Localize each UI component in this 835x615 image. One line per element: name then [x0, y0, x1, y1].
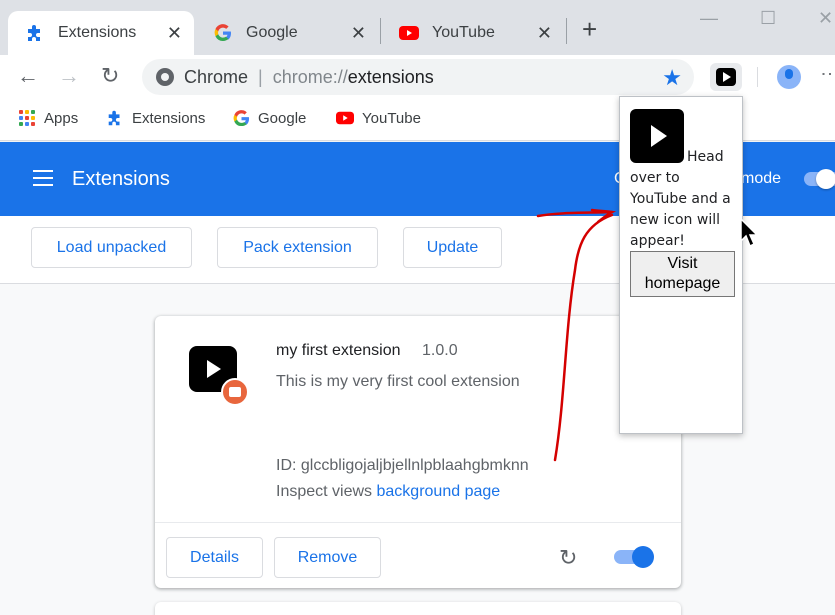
popup-message: Head over to YouTube and a new icon will…: [630, 149, 731, 249]
menu-icon[interactable]: ⋮: [820, 65, 835, 83]
bookmark-label: Apps: [44, 109, 79, 127]
extension-card: [155, 602, 681, 615]
hamburger-menu-icon[interactable]: [33, 170, 53, 191]
youtube-icon: [336, 109, 354, 127]
developer-mode-toggle[interactable]: [804, 169, 835, 189]
reload-extension-icon[interactable]: ↻: [559, 545, 577, 571]
google-icon: [232, 109, 250, 127]
apps-grid-icon: [18, 109, 36, 127]
extension-name: my first extension: [276, 342, 401, 359]
omnibox-divider: |: [258, 66, 263, 87]
play-icon: [716, 68, 736, 86]
url-host: extensions: [347, 66, 434, 87]
close-icon[interactable]: ✕: [537, 23, 552, 44]
new-tab-button[interactable]: +: [582, 16, 597, 42]
background-page-link[interactable]: background page: [377, 483, 501, 500]
tab-strip: Extensions ✕ Google ✕ YouTube ✕ + — ☐ ✕: [0, 0, 835, 55]
bookmark-star-icon[interactable]: ★: [662, 65, 682, 91]
extension-id: glccbligojaljbjellnlpblaahgbmknn: [300, 457, 529, 474]
tab-label: YouTube: [432, 24, 495, 41]
chrome-icon: [156, 68, 174, 86]
bookmark-apps[interactable]: Apps: [18, 109, 78, 127]
developer-mode-label-right: mode: [741, 170, 782, 187]
tab-extensions[interactable]: Extensions ✕: [8, 11, 194, 55]
extension-card: my first extension 1.0.0 This is my very…: [155, 316, 681, 588]
bookmark-extensions[interactable]: Extensions: [106, 109, 205, 127]
google-icon: [212, 22, 234, 44]
extension-id-label: ID:: [276, 457, 297, 474]
pack-extension-button[interactable]: Pack extension: [217, 227, 378, 268]
visit-homepage-button[interactable]: Visit homepage: [630, 251, 735, 297]
puzzle-icon: [24, 22, 46, 44]
address-bar[interactable]: Chrome | chrome:// extensions ★: [142, 59, 694, 95]
maximize-button[interactable]: ☐: [760, 8, 776, 29]
details-button[interactable]: Details: [166, 537, 263, 578]
youtube-icon: [398, 22, 420, 44]
extension-badge-icon: [221, 378, 249, 406]
close-icon[interactable]: ✕: [167, 23, 182, 44]
close-icon[interactable]: ✕: [351, 23, 366, 44]
tab-label: Google: [246, 24, 298, 41]
puzzle-icon: [106, 109, 124, 127]
update-button[interactable]: Update: [403, 227, 502, 268]
site-chip: Chrome: [184, 66, 249, 87]
tab-google[interactable]: Google ✕: [196, 11, 378, 55]
toolbar-divider: [757, 67, 758, 87]
remove-button[interactable]: Remove: [274, 537, 381, 578]
load-unpacked-button[interactable]: Load unpacked: [31, 227, 192, 268]
inspect-views-row: Inspect views background page: [276, 483, 500, 501]
inspect-views-label: Inspect views: [276, 483, 373, 500]
back-button[interactable]: ←: [17, 65, 39, 87]
extension-enable-toggle[interactable]: [614, 546, 654, 568]
browser-toolbar: ← → ↻ Chrome | chrome:// extensions ★ ⋮: [0, 55, 835, 99]
bookmark-label: Google: [258, 109, 307, 127]
profile-avatar[interactable]: [777, 65, 801, 89]
bookmark-label: Extensions: [132, 109, 206, 127]
tab-label: Extensions: [58, 24, 137, 41]
extension-id-row: ID: glccbligojaljbjellnlpblaahgbmknn: [276, 457, 529, 475]
forward-button[interactable]: →: [58, 65, 80, 87]
reload-button[interactable]: ↻: [101, 65, 119, 87]
url-scheme: chrome://: [272, 66, 348, 87]
tab-youtube[interactable]: YouTube ✕: [382, 11, 564, 55]
extension-popup: Head over to YouTube and a new icon will…: [619, 96, 743, 434]
bookmark-label: YouTube: [362, 109, 421, 127]
window-close-button[interactable]: ✕: [818, 8, 833, 29]
tab-divider: [566, 18, 567, 44]
page-title: Extensions: [72, 168, 170, 190]
mouse-cursor-icon: [740, 218, 759, 248]
bookmark-youtube[interactable]: YouTube: [336, 109, 421, 127]
minimize-button[interactable]: —: [700, 8, 718, 29]
extension-description: This is my very first cool extension: [276, 373, 520, 390]
bookmark-google[interactable]: Google: [232, 109, 306, 127]
extension-action-button[interactable]: [710, 63, 742, 91]
extension-version: 1.0.0: [422, 342, 458, 359]
tab-divider: [380, 18, 381, 44]
card-divider: [155, 522, 681, 523]
